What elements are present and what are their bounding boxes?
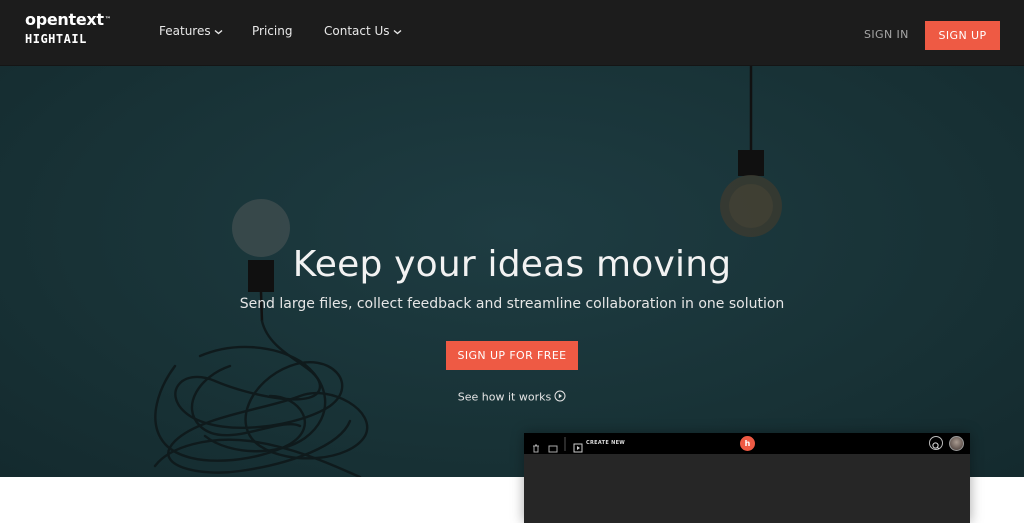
logo-hightail: HIGHTAIL <box>25 32 87 46</box>
nav-pricing-label: Pricing <box>252 24 293 38</box>
nav-features[interactable]: Features <box>159 24 223 39</box>
hero-title: Keep your ideas moving <box>292 244 732 285</box>
see-how-label: See how it works <box>457 390 552 404</box>
nav-pricing[interactable]: Pricing <box>252 24 292 39</box>
sign-in-link[interactable]: SIGN IN <box>864 28 909 41</box>
avatar <box>949 436 964 451</box>
sign-up-for-free-button[interactable]: SIGN UP FOR FREE <box>446 341 578 370</box>
toolbar-divider <box>564 436 566 455</box>
chevron-down-icon <box>393 24 402 39</box>
folder-icon <box>548 438 558 457</box>
sign-up-button[interactable]: SIGN UP <box>925 21 1000 50</box>
nav-contact-us[interactable]: Contact Us <box>324 24 402 39</box>
hightail-badge: h <box>740 436 755 451</box>
nav-features-label: Features <box>159 24 211 38</box>
app-preview-window: CREATE NEW h <box>524 433 970 523</box>
opentext-hightail-logo[interactable]: opentext™ HIGHTAIL <box>25 10 111 47</box>
search-icon <box>929 436 943 450</box>
see-how-it-works-link[interactable]: See how it works <box>0 390 1024 405</box>
app-preview-toolbar: CREATE NEW h <box>524 433 970 454</box>
trash-icon <box>532 438 540 457</box>
chevron-down-icon <box>214 24 223 39</box>
hero-section: Keep your ideas moving Send large files,… <box>0 66 1024 477</box>
logo-opentext: opentext™ <box>25 10 111 29</box>
play-circle-icon <box>554 390 566 405</box>
top-navbar: opentext™ HIGHTAIL Features Pricing Cont… <box>0 0 1024 66</box>
create-new-label: CREATE NEW <box>586 440 626 446</box>
create-new-icon <box>573 438 583 457</box>
nav-contact-label: Contact Us <box>324 24 390 38</box>
hero-subtitle: Send large files, collect feedback and s… <box>239 296 785 312</box>
